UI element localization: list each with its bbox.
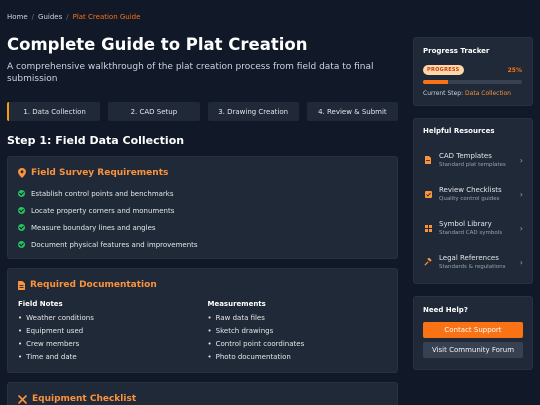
list-item: Measure boundary lines and angles bbox=[18, 219, 397, 236]
check-circle-icon bbox=[18, 224, 25, 231]
survey-heading: Field Survey Requirements bbox=[31, 168, 169, 178]
current-step-value: Data Collection bbox=[465, 90, 511, 97]
documentation-heading: Required Documentation bbox=[30, 280, 157, 290]
list-item: Establish control points and benchmarks bbox=[18, 185, 397, 202]
column-title: Field Notes bbox=[18, 300, 63, 308]
grid-icon bbox=[423, 224, 433, 232]
file-icon bbox=[423, 156, 433, 164]
documentation-header: Required Documentation bbox=[18, 280, 397, 290]
step-title: Step 1: Field Data Collection bbox=[7, 134, 185, 147]
step-tabs: 1. Data Collection 2. CAD Setup 3. Drawi… bbox=[7, 102, 398, 121]
check-circle-icon bbox=[18, 241, 25, 248]
progress-badge: PROGRESS bbox=[423, 65, 464, 75]
field-notes-column: Field Notes Weather conditions Equipment… bbox=[18, 300, 208, 366]
document-icon bbox=[18, 280, 25, 290]
resources-card: Helpful Resources CAD Templates Standard… bbox=[413, 118, 533, 284]
progress-percent: 25% bbox=[507, 66, 522, 74]
tab-data-collection[interactable]: 1. Data Collection bbox=[7, 102, 101, 121]
resource-symbol-library[interactable]: Symbol Library Standard CAD symbols › bbox=[423, 211, 523, 245]
progress-bar bbox=[423, 80, 522, 84]
column-title: Measurements bbox=[207, 300, 266, 308]
tools-icon bbox=[18, 394, 27, 404]
breadcrumb-guides[interactable]: Guides bbox=[38, 13, 62, 21]
survey-list: Establish control points and benchmarks … bbox=[18, 185, 397, 253]
help-card: Need Help? Contact Support Visit Communi… bbox=[413, 296, 533, 370]
equipment-card: Equipment Checklist bbox=[7, 382, 398, 405]
help-title: Need Help? bbox=[423, 306, 468, 314]
survey-card: Field Survey Requirements Establish cont… bbox=[7, 156, 398, 259]
list-item: Sketch drawings bbox=[208, 327, 398, 340]
breadcrumb-separator: / bbox=[66, 13, 69, 21]
tab-review-submit[interactable]: 4. Review & Submit bbox=[306, 102, 398, 121]
list-item: Locate property corners and monuments bbox=[18, 202, 397, 219]
list-item: Photo documentation bbox=[208, 353, 398, 366]
community-forum-button[interactable]: Visit Community Forum bbox=[423, 342, 523, 358]
progress-bar-fill bbox=[423, 80, 448, 84]
resources-title: Helpful Resources bbox=[423, 127, 495, 135]
resource-review-checklists[interactable]: Review Checklists Quality control guides… bbox=[423, 177, 523, 211]
breadcrumb-home[interactable]: Home bbox=[7, 13, 28, 21]
measurements-column: Measurements Raw data files Sketch drawi… bbox=[208, 300, 398, 366]
equipment-header: Equipment Checklist bbox=[18, 394, 397, 404]
chevron-right-icon: › bbox=[519, 223, 523, 233]
breadcrumb-separator: / bbox=[31, 13, 35, 21]
tab-cad-setup[interactable]: 2. CAD Setup bbox=[108, 102, 200, 121]
resource-legal-references[interactable]: Legal References Standards & regulations… bbox=[423, 245, 523, 279]
tab-drawing-creation[interactable]: 3. Drawing Creation bbox=[207, 102, 299, 121]
location-pin-icon bbox=[18, 168, 26, 178]
equipment-heading: Equipment Checklist bbox=[32, 394, 137, 404]
page-subtitle: A comprehensive walkthrough of the plat … bbox=[7, 62, 374, 84]
checklist-icon bbox=[423, 190, 433, 198]
contact-support-button[interactable]: Contact Support bbox=[423, 322, 523, 338]
chevron-right-icon: › bbox=[519, 189, 523, 199]
progress-tracker-card: Progress Tracker PROGRESS 25% Current St… bbox=[413, 37, 533, 106]
list-item: Crew members bbox=[18, 340, 208, 353]
list-item: Document physical features and improveme… bbox=[18, 236, 397, 253]
list-item: Time and date bbox=[18, 353, 208, 366]
survey-header: Field Survey Requirements bbox=[18, 168, 397, 178]
check-circle-icon bbox=[18, 190, 25, 197]
progress-title: Progress Tracker bbox=[423, 47, 490, 55]
progress-row: PROGRESS 25% bbox=[423, 65, 522, 75]
chevron-right-icon: › bbox=[519, 257, 523, 267]
resource-cad-templates[interactable]: CAD Templates Standard plat templates › bbox=[423, 143, 523, 177]
breadcrumb-current: Plat Creation Guide bbox=[72, 13, 141, 21]
page-title: Complete Guide to Plat Creation bbox=[7, 35, 308, 54]
breadcrumb: Home / Guides / Plat Creation Guide bbox=[7, 13, 140, 21]
check-circle-icon bbox=[18, 207, 25, 214]
chevron-right-icon: › bbox=[519, 155, 523, 165]
documentation-columns: Field Notes Weather conditions Equipment… bbox=[18, 300, 397, 366]
current-step: Current Step: Data Collection bbox=[423, 90, 511, 97]
gavel-icon bbox=[423, 258, 433, 266]
documentation-card: Required Documentation Field Notes Weath… bbox=[7, 268, 398, 373]
list-item: Equipment used bbox=[18, 327, 208, 340]
list-item: Weather conditions bbox=[18, 314, 208, 327]
list-item: Raw data files bbox=[208, 314, 398, 327]
list-item: Control point coordinates bbox=[208, 340, 398, 353]
